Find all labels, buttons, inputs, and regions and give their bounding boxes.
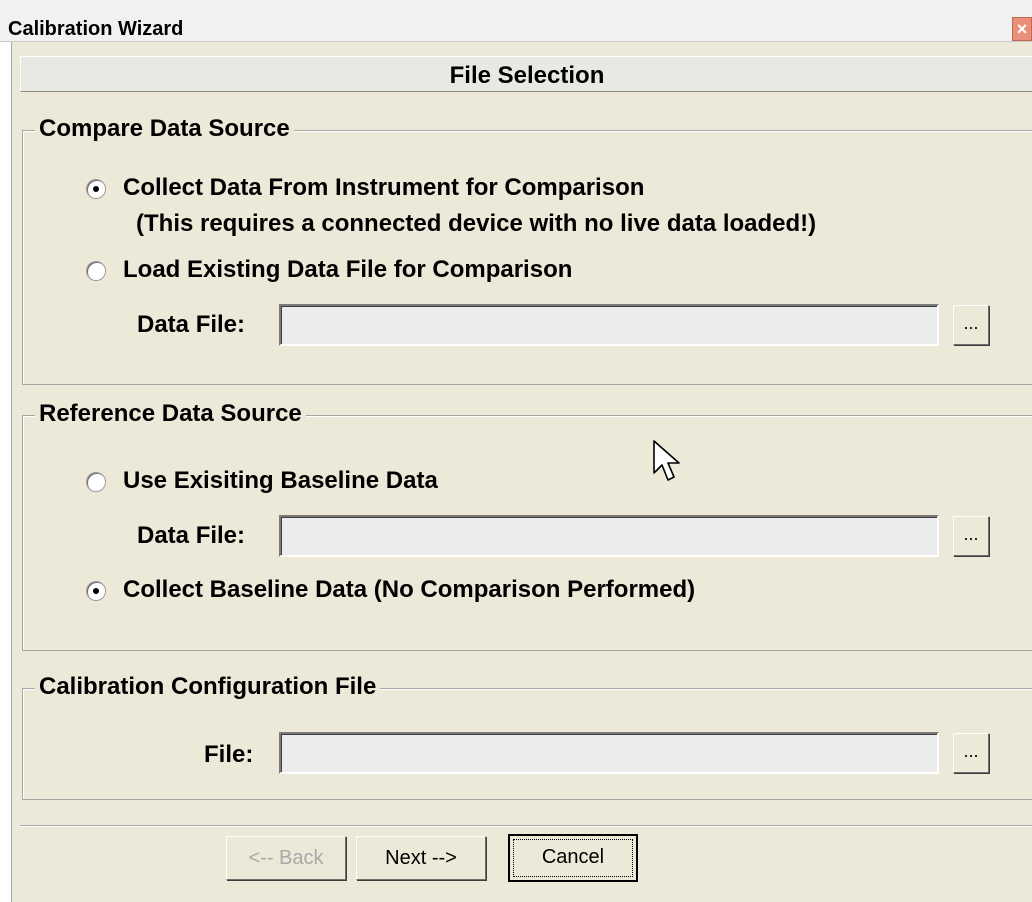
reference-browse-button[interactable]: ... (953, 516, 989, 556)
radio-collect-baseline[interactable] (86, 581, 106, 601)
close-icon[interactable]: × (1012, 17, 1032, 41)
config-file-input[interactable] (279, 732, 939, 774)
radio-load-existing-file[interactable] (86, 261, 106, 281)
cancel-button[interactable]: Cancel (508, 834, 638, 882)
step-header: File Selection (20, 56, 1032, 92)
reference-data-source-legend: Reference Data Source (35, 400, 306, 428)
arrow-cursor-icon (653, 440, 680, 481)
compare-data-file-input[interactable] (279, 304, 939, 346)
radio-use-existing-baseline[interactable] (86, 472, 106, 492)
reference-data-file-label: Data File: (137, 522, 246, 549)
config-file-label: File: (204, 741, 254, 768)
load-existing-file-label[interactable]: Load Existing Data File for Comparison (123, 256, 572, 284)
collect-baseline-label[interactable]: Collect Baseline Data (No Comparison Per… (123, 576, 695, 604)
compare-browse-button[interactable]: ... (953, 305, 989, 345)
window-frame-left (0, 42, 12, 902)
compare-data-source-legend: Compare Data Source (35, 115, 294, 143)
calibration-config-group: Calibration Configuration File File: ... (22, 673, 1032, 800)
button-bar-separator (20, 825, 1032, 827)
window-title: Calibration Wizard (8, 18, 184, 40)
radio-collect-from-instrument[interactable] (86, 179, 106, 199)
use-existing-baseline-label[interactable]: Use Exisiting Baseline Data (123, 467, 438, 495)
compare-data-file-label: Data File: (137, 311, 246, 338)
next-button[interactable]: Next --> (356, 836, 486, 880)
step-title: File Selection (449, 62, 605, 89)
collect-from-instrument-note: (This requires a connected device with n… (136, 210, 817, 237)
reference-data-source-group: Reference Data Source Use Exisiting Base… (22, 400, 1032, 651)
cancel-button-label: Cancel (513, 839, 633, 877)
back-button[interactable]: <-- Back (226, 836, 346, 880)
collect-from-instrument-label[interactable]: Collect Data From Instrument for Compari… (123, 174, 644, 202)
config-browse-button[interactable]: ... (953, 733, 989, 773)
title-bar: Calibration Wizard × (0, 0, 1032, 42)
reference-data-file-input[interactable] (279, 515, 939, 557)
calibration-config-legend: Calibration Configuration File (35, 673, 381, 701)
compare-data-source-group: Compare Data Source Collect Data From In… (22, 115, 1032, 385)
